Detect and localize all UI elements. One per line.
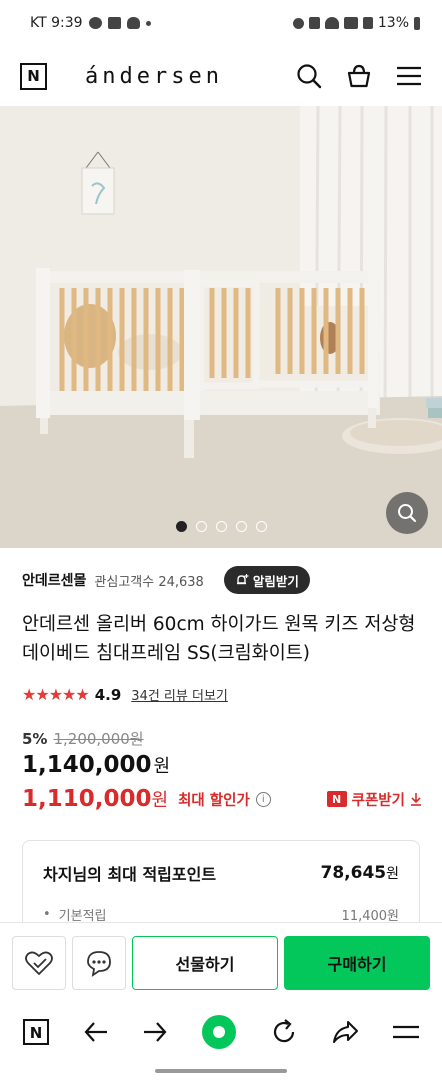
- download-arrow-icon: [411, 793, 421, 806]
- talk-talk-button[interactable]: [72, 935, 126, 990]
- original-price: 1,200,000원: [53, 730, 144, 748]
- purchase-bar: 선물하기 구매하기: [0, 922, 442, 1002]
- seller-row: 안데르센몰 관심고객수 24,638 알림받기: [22, 566, 310, 594]
- product-title: 안데르센 올리버 60cm 하이가드 원목 키즈 저상형 데이베드 침대프레임 …: [22, 614, 416, 664]
- max-discount-price: 1,110,000원: [22, 786, 168, 812]
- info-icon[interactable]: i: [255, 791, 271, 807]
- refresh-icon[interactable]: [270, 1018, 298, 1046]
- menu-icon[interactable]: [396, 65, 422, 87]
- mute-icon: [308, 17, 320, 29]
- bell-plus-icon: [236, 574, 249, 585]
- gift-button[interactable]: 선물하기: [132, 935, 278, 990]
- wifi-icon: [324, 17, 339, 29]
- status-bar: KT 9:39 13%: [0, 0, 442, 46]
- battery-icon: [414, 16, 420, 30]
- gallery-dot-2[interactable]: [196, 521, 207, 532]
- battery-level: 13%: [377, 15, 409, 31]
- share-icon[interactable]: [331, 1019, 359, 1045]
- naver-logo-button[interactable]: N: [20, 62, 47, 90]
- more-notifications-icon: [145, 20, 151, 26]
- points-total-unit: 원: [386, 866, 399, 882]
- points-title: 차지님의 최대 적립포인트: [43, 865, 217, 884]
- discount-row: 5% 1,200,000원: [22, 728, 144, 749]
- review-more-link[interactable]: 34건 리뷰 더보기: [131, 685, 228, 704]
- max-discount-row: 1,110,000원 최대 할인가 i N 쿠폰받기: [22, 786, 422, 812]
- discount-rate: 5%: [22, 729, 48, 748]
- signal-icon: [362, 17, 373, 29]
- naver-n-icon: N: [326, 791, 347, 807]
- back-arrow-icon[interactable]: [83, 1020, 109, 1044]
- zoom-button[interactable]: [386, 492, 428, 534]
- purchase-button[interactable]: 구매하기: [284, 935, 430, 990]
- gallery-dot-3[interactable]: [216, 521, 227, 532]
- chat-bubble-icon: [87, 950, 111, 977]
- sale-price: 1,140,000 원: [22, 752, 170, 778]
- carrier-time: KT 9:39: [30, 15, 83, 31]
- max-discount-label: 최대 할인가: [178, 792, 250, 809]
- max-price-unit: 원: [151, 790, 169, 811]
- heart-check-icon: [25, 951, 53, 975]
- alarm-button-label: 알림받기: [252, 573, 299, 589]
- green-dot-home-icon[interactable]: [201, 1014, 237, 1050]
- site-header: N ándersen: [0, 46, 442, 106]
- search-icon[interactable]: [296, 63, 322, 89]
- wishlist-button[interactable]: [12, 935, 66, 990]
- forward-arrow-icon[interactable]: [142, 1020, 168, 1044]
- naver-home-button[interactable]: N: [22, 1018, 50, 1046]
- rating-value: 4.9: [94, 685, 122, 704]
- product-photo: [0, 106, 442, 548]
- points-total-value: 78,645: [320, 863, 387, 883]
- alarm-button[interactable]: 알림받기: [223, 566, 310, 594]
- info-glyph: i: [261, 793, 265, 805]
- sale-price-value: 1,140,000: [22, 752, 152, 778]
- rating-row: ★★★★★ 4.9 34건 리뷰 더보기: [22, 685, 228, 704]
- star-rating-icon: ★★★★★: [22, 685, 90, 704]
- seller-name-link[interactable]: 안데르센몰: [22, 570, 86, 590]
- nav-menu-icon[interactable]: [392, 1022, 420, 1042]
- coupon-label: 쿠폰받기: [351, 792, 405, 809]
- brand-logo[interactable]: ándersen: [85, 64, 223, 89]
- gallery-dot-1[interactable]: [176, 521, 187, 532]
- coupon-download-button[interactable]: N 쿠폰받기: [326, 789, 422, 810]
- max-price-value: 1,110,000: [22, 786, 152, 812]
- gallery-dot-4[interactable]: [236, 521, 247, 532]
- logo-letter: N: [27, 67, 40, 85]
- hd-icon: [343, 17, 358, 29]
- gallery-pagination: [176, 521, 267, 532]
- home-indicator[interactable]: [155, 1069, 287, 1073]
- bullet-icon: •: [43, 907, 51, 922]
- alarm-icon: [292, 17, 304, 29]
- talk-notification-icon: [88, 17, 102, 29]
- sale-price-unit: 원: [153, 756, 171, 777]
- nav-logo-letter: N: [30, 1024, 43, 1042]
- gallery-dot-5[interactable]: [256, 521, 267, 532]
- zoom-search-icon: [398, 504, 417, 523]
- gallery-notification-icon: [107, 17, 121, 29]
- product-image-gallery[interactable]: [0, 106, 442, 548]
- points-total: 78,645원: [321, 863, 400, 883]
- browser-nav-bar: N: [0, 1002, 442, 1062]
- cart-icon[interactable]: [346, 63, 372, 89]
- seller-fav-count: 관심고객수 24,638: [94, 574, 204, 590]
- cloud-notification-icon: [126, 17, 140, 29]
